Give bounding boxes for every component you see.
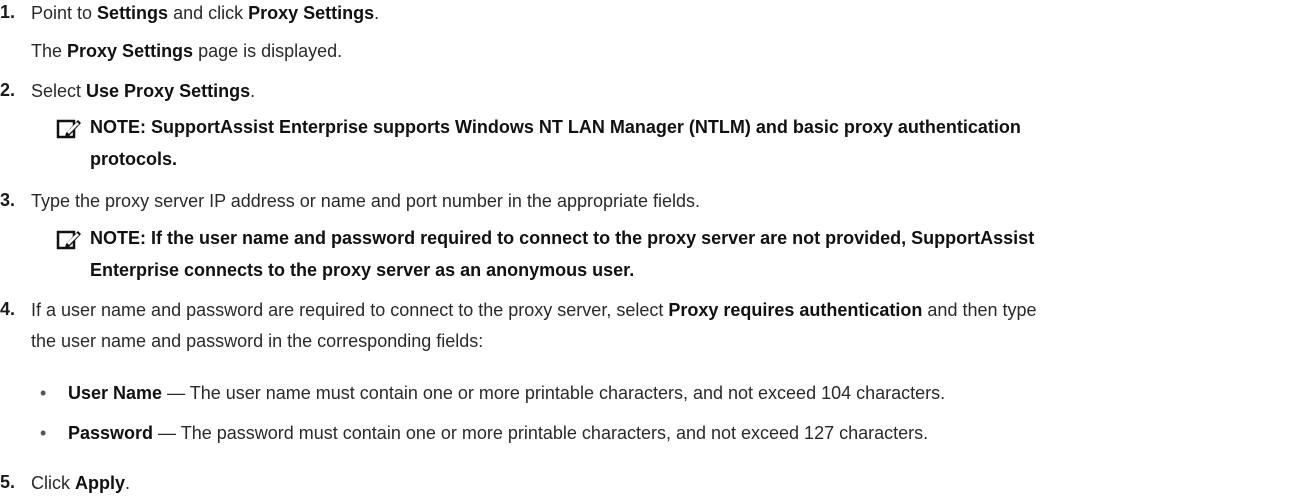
bold-proxy-requires-authentication: Proxy requires authentication — [668, 300, 923, 320]
note-2-line-2: Enterprise connects to the proxy server … — [90, 260, 635, 280]
bullet-text: Password — The password must contain one… — [68, 422, 928, 444]
note-1-line-1: NOTE: SupportAssist Enterprise supports … — [90, 117, 1021, 137]
text: Click — [31, 473, 75, 493]
pencil-note-icon — [56, 117, 82, 141]
bold-password: Password — [68, 423, 154, 443]
step-5-text: Click Apply. — [31, 472, 130, 494]
text: Select — [31, 81, 87, 101]
step-number: 4. — [0, 299, 16, 319]
bold-proxy-settings: Proxy Settings — [248, 3, 375, 23]
step-2-text: Select Use Proxy Settings. — [31, 80, 255, 102]
text: If a user name and password are required… — [31, 300, 669, 320]
bold-apply: Apply — [75, 473, 126, 493]
pencil-note-icon — [56, 228, 82, 252]
step-number: 5. — [0, 472, 16, 492]
step-4-text-line-2: the user name and password in the corres… — [31, 331, 484, 351]
bullet-marker: • — [40, 423, 47, 443]
bold-proxy-settings: Proxy Settings — [67, 41, 194, 61]
step-1-text: Point to Settings and click Proxy Settin… — [31, 2, 379, 24]
bullet-marker: • — [40, 383, 47, 403]
step-number: 3. — [0, 190, 16, 210]
bullet-text: User Name — The user name must contain o… — [68, 382, 945, 404]
note-2-line-1: NOTE: If the user name and password requ… — [90, 228, 1035, 248]
bold-user-name: User Name — [68, 383, 163, 403]
text: Point to — [31, 3, 98, 23]
step-4-text-line-1: If a user name and password are required… — [31, 299, 1037, 321]
bold-settings: Settings — [97, 3, 169, 23]
step-number: 2. — [0, 80, 16, 100]
text: and then type — [922, 300, 1037, 320]
text: . — [374, 3, 380, 23]
bold-use-proxy-settings: Use Proxy Settings — [86, 81, 251, 101]
text: . — [250, 81, 256, 101]
step-number: 1. — [0, 2, 16, 22]
text: The — [31, 41, 68, 61]
document: 1. Point to Settings and click Proxy Set… — [0, 0, 1314, 500]
text: — The user name must contain one or more… — [162, 383, 946, 403]
text: page is displayed. — [193, 41, 343, 61]
text: . — [125, 473, 131, 493]
step-1-result: The Proxy Settings page is displayed. — [31, 40, 342, 62]
note-1-line-2: protocols. — [90, 149, 178, 169]
text: — The password must contain one or more … — [153, 423, 929, 443]
step-3-text: Type the proxy server IP address or name… — [31, 191, 701, 211]
text: and click — [168, 3, 249, 23]
